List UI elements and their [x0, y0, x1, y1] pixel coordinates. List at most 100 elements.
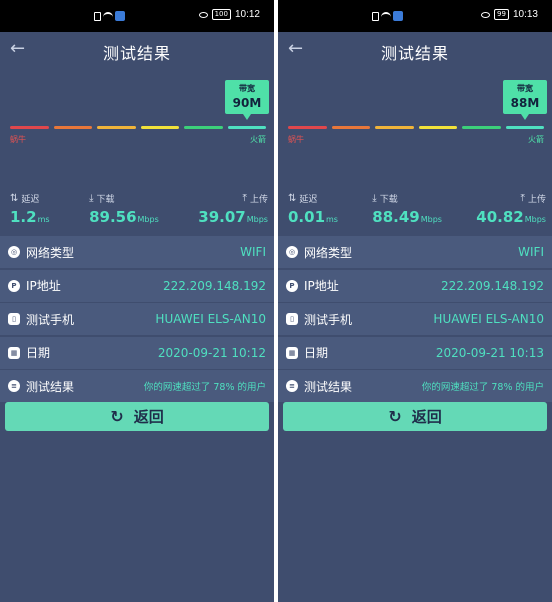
- gauge-segment: [140, 126, 179, 129]
- row-value: 你的网速超过了 78% 的用户: [143, 382, 266, 393]
- latency-icon: ⇅: [288, 193, 297, 204]
- bandwidth-label: 带宽: [517, 84, 533, 93]
- row-label: IP地址: [26, 279, 61, 293]
- row-date: ▦ 日期 2020-09-21 10:13: [278, 336, 552, 369]
- report-icon: ≡: [8, 380, 20, 392]
- download-icon: ⤓: [89, 193, 94, 204]
- gauge-segment: [331, 126, 370, 129]
- gauge-segment: [505, 126, 544, 129]
- eye-comfort-icon: [481, 11, 491, 18]
- eye-comfort-icon: [198, 11, 208, 18]
- battery-icon: 99: [494, 9, 509, 20]
- phone-icon: ▯: [8, 313, 20, 325]
- row-label: 测试手机: [304, 312, 353, 327]
- bandwidth-value: 88M: [510, 96, 540, 110]
- latency-label: 延迟: [299, 195, 318, 205]
- row-value: 你的网速超过了 78% 的用户: [421, 382, 544, 393]
- download-label: 下载: [379, 195, 398, 205]
- ip-icon: P: [8, 279, 20, 292]
- return-button[interactable]: ↻ 返回: [283, 402, 547, 431]
- gauge-segment: [97, 126, 136, 129]
- return-button[interactable]: ↻ 返回: [5, 402, 269, 431]
- row-label: 日期: [304, 346, 329, 360]
- page-title: 测试结果: [380, 44, 449, 63]
- app-notification-icon: [393, 11, 403, 21]
- gauge-segment: [227, 126, 266, 129]
- status-bar: 100 10:12: [0, 0, 274, 32]
- app-notification-icon: [115, 11, 125, 21]
- speed-stats: ⇅ 延迟 1.2ms ⤓ 下载 89.56Mbps ⤒ 上传 39.07Mbps: [10, 192, 268, 226]
- row-value: 222.209.148.192: [440, 278, 544, 293]
- row-date: ▦ 日期 2020-09-21 10:12: [0, 336, 274, 369]
- latency-stat: ⇅ 延迟 0.01ms: [288, 192, 338, 226]
- gauge-slow-label: 蜗牛: [10, 135, 26, 144]
- download-stat: ⤓ 下载 89.56Mbps: [89, 192, 159, 226]
- phone-screen-right: 99 10:13 ← 测试结果 带宽 88M 蜗牛 火箭 ⇅ 延迟 0.01ms …: [278, 0, 552, 602]
- return-button-label: 返回: [133, 408, 164, 426]
- refresh-icon: ↻: [110, 407, 124, 426]
- wifi-icon: [381, 12, 391, 20]
- gauge-segment: [184, 126, 223, 129]
- row-label: 测试结果: [26, 379, 75, 394]
- row-value: WIFI: [240, 245, 266, 259]
- status-icons: [372, 11, 403, 21]
- upload-unit: Mbps: [524, 215, 546, 224]
- speed-gauge: [10, 126, 266, 129]
- battery-icon: 100: [211, 9, 231, 20]
- speed-stats: ⇅ 延迟 0.01ms ⤓ 下载 88.49Mbps ⤒ 上传 40.82Mbps: [288, 192, 546, 226]
- row-label: 测试手机: [26, 312, 75, 327]
- latency-icon: ⇅: [10, 193, 19, 204]
- speed-gauge: [288, 126, 544, 129]
- latency-label: 延迟: [21, 195, 40, 205]
- upload-stat: ⤒ 上传 40.82Mbps: [476, 192, 546, 226]
- upload-icon: ⤒: [242, 193, 247, 204]
- gauge-segment: [10, 126, 49, 129]
- bandwidth-value: 90M: [232, 96, 262, 110]
- bandwidth-bubble: 带宽 88M: [503, 80, 547, 120]
- latency-unit: ms: [326, 215, 338, 224]
- gauge-segment: [53, 126, 92, 129]
- upload-stat: ⤒ 上传 39.07Mbps: [198, 192, 268, 226]
- latency-value: 0.01: [288, 208, 326, 226]
- gauge-segment: [288, 126, 327, 129]
- ip-icon: P: [286, 279, 298, 292]
- row-label: 网络类型: [26, 245, 75, 260]
- row-test-result: ≡ 测试结果 你的网速超过了 78% 的用户: [278, 370, 552, 402]
- calendar-icon: ▦: [286, 346, 298, 359]
- row-test-phone: ▯ 测试手机 HUAWEI ELS-AN10: [278, 303, 552, 335]
- phone-screen-left: 100 10:12 ← 测试结果 带宽 90M 蜗牛 火箭 ⇅ 延迟 1.2ms …: [0, 0, 274, 602]
- upload-icon: ⤒: [520, 193, 525, 204]
- row-value: HUAWEI ELS-AN10: [155, 312, 266, 326]
- sim-icon: [94, 11, 101, 21]
- upload-label: 上传: [249, 195, 268, 205]
- row-label: 测试结果: [304, 379, 353, 394]
- row-ip-address: P IP地址 222.209.148.192: [0, 269, 274, 302]
- status-time: 10:13: [512, 9, 538, 20]
- return-button-label: 返回: [411, 408, 442, 426]
- row-test-phone: ▯ 测试手机 HUAWEI ELS-AN10: [0, 303, 274, 335]
- gauge-fast-label: 火箭: [528, 135, 544, 144]
- row-value: 2020-09-21 10:12: [157, 345, 266, 360]
- result-list: ◎ 网络类型 WIFI P IP地址 222.209.148.192 ▯ 测试手…: [0, 236, 274, 404]
- phone-icon: ▯: [286, 313, 298, 325]
- gauge-segment: [462, 126, 501, 129]
- row-value: WIFI: [518, 245, 544, 259]
- row-test-result: ≡ 测试结果 你的网速超过了 78% 的用户: [0, 370, 274, 402]
- upload-value: 39.07: [198, 208, 246, 226]
- gauge-segment: [375, 126, 414, 129]
- bandwidth-label: 带宽: [239, 84, 255, 93]
- upload-unit: Mbps: [246, 215, 268, 224]
- download-value: 88.49: [372, 208, 420, 226]
- row-ip-address: P IP地址 222.209.148.192: [278, 269, 552, 302]
- row-label: 日期: [26, 346, 51, 360]
- download-icon: ⤓: [372, 193, 377, 204]
- row-value: 2020-09-21 10:13: [435, 345, 544, 360]
- latency-stat: ⇅ 延迟 1.2ms: [10, 192, 50, 226]
- gauge-ends: 蜗牛 火箭: [10, 134, 266, 145]
- page-title: 测试结果: [102, 44, 171, 63]
- wifi-icon: [103, 12, 113, 20]
- globe-icon: ◎: [286, 246, 298, 258]
- upload-value: 40.82: [476, 208, 524, 226]
- status-time: 10:12: [234, 9, 260, 20]
- download-stat: ⤓ 下载 88.49Mbps: [372, 192, 442, 226]
